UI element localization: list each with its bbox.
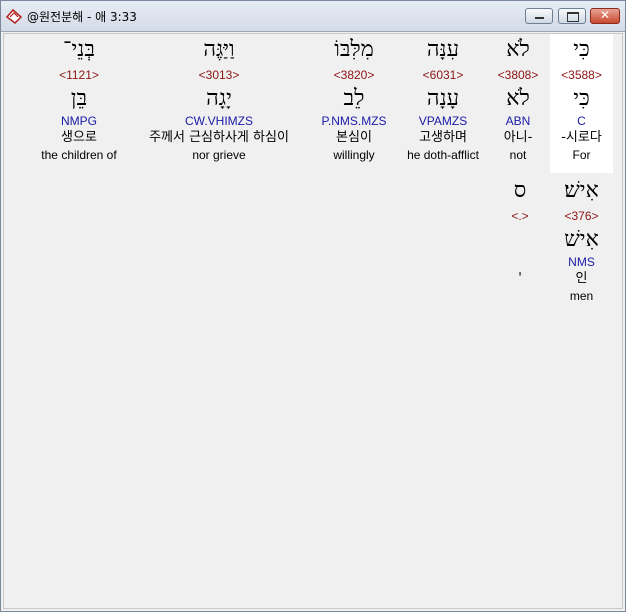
close-icon: ✕: [599, 8, 611, 22]
korean-gloss: 고생하며: [419, 130, 467, 145]
korean-gloss: 주께서 근심하사게 하심이: [149, 130, 289, 145]
word-column[interactable]: לֹא <3808> לֹא ABN 아니- not: [490, 35, 546, 163]
hebrew-lemma: עָנָה: [426, 86, 460, 111]
english-gloss: [498, 288, 542, 304]
hebrew-lemma: אִישׁ: [564, 227, 599, 252]
korean-gloss: 생으로: [61, 130, 97, 145]
strong-number[interactable]: <6031>: [400, 65, 486, 85]
minimize-icon: [535, 17, 544, 19]
hebrew-word: מִלִּבּוֹ: [334, 37, 374, 62]
morphology-code: P.NMS.MZS: [321, 114, 387, 128]
strong-number[interactable]: <3013>: [130, 65, 308, 85]
morphology-code: [498, 254, 542, 270]
hebrew-word: אִישׁ׃: [564, 178, 599, 203]
hebrew-word: כִּי: [573, 37, 590, 62]
word-column[interactable]: מִלִּבּוֹ <3820> לֵב P.NMS.MZS 본심이 willi…: [312, 35, 396, 163]
korean-gloss: -시로다: [561, 130, 602, 145]
english-gloss: men: [569, 289, 594, 303]
english-gloss: willingly: [333, 148, 375, 162]
korean-gloss: ': [518, 271, 522, 286]
maximize-icon: [567, 12, 579, 22]
morphology-code: CW.VHIMZS: [185, 114, 253, 128]
english-gloss: the children of: [41, 148, 117, 162]
analysis-pane: כִּי <3588> כִּי C -시로다 For לֹא <3808> ל…: [3, 33, 623, 609]
word-column[interactable]: כִּי <3588> כִּי C -시로다 For: [550, 35, 613, 163]
hebrew-lemma: יָגָה: [206, 86, 232, 111]
word-column[interactable]: ס <.> ': [498, 176, 542, 304]
korean-gloss: 본심이: [336, 130, 372, 145]
strong-number[interactable]: <1121>: [32, 65, 126, 85]
hebrew-lemma: לֵב: [343, 86, 365, 111]
word-column[interactable]: אִישׁ׃ <376> אִישׁ NMS 인 men: [550, 176, 613, 304]
close-button[interactable]: ✕: [590, 8, 620, 24]
word-column[interactable]: וַיַּגֶּה <3013> יָגָה CW.VHIMZS 주께서 근심하…: [130, 35, 308, 163]
minimize-button[interactable]: [525, 8, 553, 24]
hebrew-lemma: לֹא: [506, 86, 530, 111]
word-column[interactable]: עִנָּה <6031> עָנָה VPAMZS 고생하며 he doth-…: [400, 35, 486, 163]
hebrew-word: ס: [513, 178, 527, 203]
english-gloss: nor grieve: [192, 148, 246, 162]
hebrew-word: בְּנֵי־: [63, 37, 95, 62]
morphology-code: VPAMZS: [418, 114, 468, 128]
morphology-code: ABN: [505, 114, 531, 128]
app-icon: [5, 8, 23, 24]
hebrew-word: וַיַּגֶּה: [203, 37, 235, 62]
app-window: @원전분해 - 애 3:33 ✕ כִּי <3588> כִּי C -시로다…: [0, 0, 626, 612]
title-bar[interactable]: @원전분해 - 애 3:33 ✕: [1, 1, 625, 32]
morphology-code: C: [577, 114, 586, 128]
morphology-code: NMS: [568, 255, 595, 269]
maximize-button[interactable]: [558, 8, 586, 24]
strong-number[interactable]: <3808>: [490, 65, 546, 85]
hebrew-word: עִנָּה: [426, 37, 460, 62]
english-gloss: he doth-afflict: [407, 148, 479, 162]
hebrew-lemma: בֵּן: [70, 86, 88, 111]
word-column[interactable]: בְּנֵי־ <1121> בֵּן NMPG 생으로 the childre…: [32, 35, 126, 163]
strong-number[interactable]: <3820>: [312, 65, 396, 85]
window-title: @원전분해 - 애 3:33: [27, 10, 137, 24]
hebrew-word: לֹא: [506, 37, 530, 62]
english-gloss: not: [509, 148, 527, 162]
english-gloss: For: [572, 148, 591, 162]
korean-gloss: 인: [575, 271, 588, 286]
korean-gloss: 아니-: [503, 130, 533, 145]
hebrew-lemma: כִּי: [573, 86, 590, 111]
strong-number[interactable]: <3588>: [550, 65, 613, 85]
strong-number[interactable]: <.>: [498, 206, 542, 226]
hebrew-lemma: [498, 226, 542, 254]
strong-number[interactable]: <376>: [550, 206, 613, 226]
morphology-code: NMPG: [61, 114, 97, 128]
